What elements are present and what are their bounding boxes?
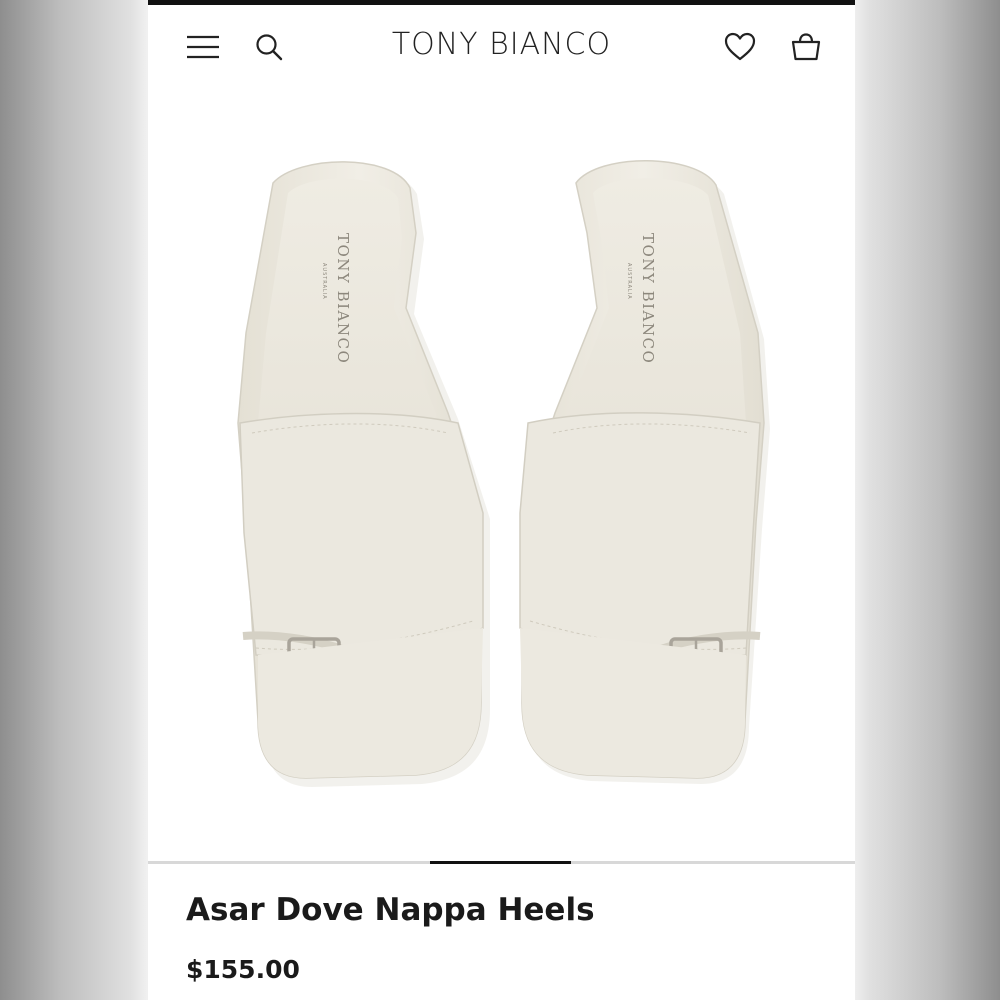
carousel-active-indicator bbox=[430, 861, 571, 864]
left-shoe-illustration: TONY BIANCO AUSTRALIA bbox=[237, 161, 490, 787]
site-header: TONY BIANCO bbox=[148, 5, 855, 93]
shopping-bag-icon[interactable] bbox=[788, 29, 824, 65]
product-page: TONY BIANCO TONY BIANCO AUSTRALIA TONY B… bbox=[148, 0, 855, 1000]
right-insole-logo-sub: AUSTRALIA bbox=[626, 263, 632, 300]
product-image[interactable]: TONY BIANCO AUSTRALIA TONY BIANCO AUSTRA… bbox=[148, 93, 855, 861]
left-insole-logo: TONY BIANCO bbox=[334, 233, 352, 364]
right-shoe-illustration: TONY BIANCO AUSTRALIA bbox=[519, 160, 770, 784]
image-carousel-indicator[interactable] bbox=[148, 861, 855, 864]
product-title: Asar Dove Nappa Heels bbox=[186, 892, 595, 928]
product-price: $155.00 bbox=[186, 955, 300, 984]
heart-icon[interactable] bbox=[722, 29, 758, 65]
brand-logo[interactable]: TONY BIANCO bbox=[298, 27, 705, 62]
search-icon[interactable] bbox=[251, 29, 287, 65]
hamburger-menu-icon[interactable] bbox=[185, 29, 221, 65]
right-insole-logo: TONY BIANCO bbox=[639, 233, 657, 364]
left-insole-logo-sub: AUSTRALIA bbox=[321, 263, 327, 300]
